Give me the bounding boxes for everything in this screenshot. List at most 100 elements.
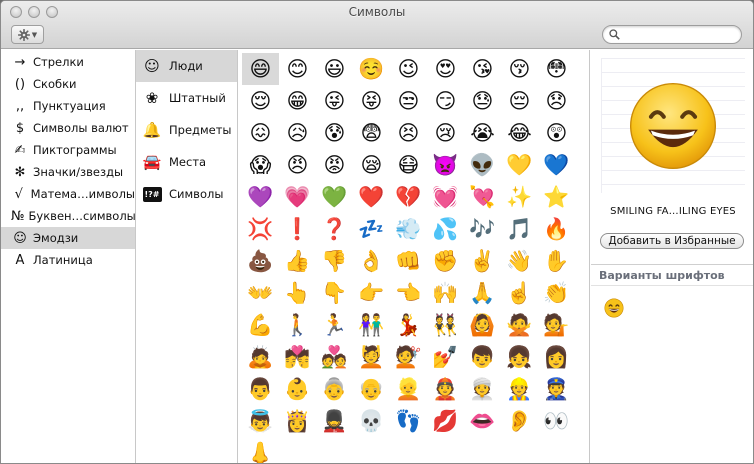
search-field[interactable] (602, 25, 742, 44)
category-item[interactable]: → Стрелки (1, 51, 135, 73)
emoji-cell[interactable]: 👊 (390, 245, 427, 277)
emoji-cell[interactable]: 😌 (242, 85, 279, 117)
category-item[interactable]: () Скобки (1, 73, 135, 95)
search-input[interactable] (623, 27, 735, 42)
emoji-cell[interactable]: 😂 (501, 117, 538, 149)
emoji-cell[interactable]: 💜 (242, 181, 279, 213)
emoji-cell[interactable]: 🙇 (242, 341, 279, 373)
emoji-cell[interactable]: 👏 (538, 277, 575, 309)
emoji-cell[interactable]: 👎 (316, 245, 353, 277)
emoji-cell[interactable]: 😄 (242, 53, 279, 85)
emoji-cell[interactable]: 😉 (390, 53, 427, 85)
emoji-cell[interactable]: 😚 (501, 53, 538, 85)
emoji-cell[interactable]: 💅 (427, 341, 464, 373)
emoji-cell[interactable]: 😖 (242, 117, 279, 149)
emoji-cell[interactable]: 😨 (353, 117, 390, 149)
emoji-cell[interactable]: 👼 (242, 405, 279, 437)
emoji-cell[interactable]: 💇 (390, 341, 427, 373)
emoji-cell[interactable]: 😭 (464, 117, 501, 149)
emoji-cell[interactable]: 👷 (501, 373, 538, 405)
emoji-cell[interactable]: 💛 (501, 149, 538, 181)
emoji-cell[interactable]: 😞 (538, 85, 575, 117)
emoji-cell[interactable]: 💏 (279, 341, 316, 373)
emoji-cell[interactable]: 👇 (316, 277, 353, 309)
emoji-cell[interactable]: 💢 (242, 213, 279, 245)
emoji-cell[interactable]: 😊 (279, 53, 316, 85)
emoji-cell[interactable]: 😔 (501, 85, 538, 117)
emoji-cell[interactable]: 😳 (538, 53, 575, 85)
emoji-cell[interactable]: 😜 (316, 85, 353, 117)
emoji-cell[interactable]: 💔 (390, 181, 427, 213)
emoji-cell[interactable]: 🎶 (464, 213, 501, 245)
emoji-cell[interactable]: 😠 (279, 149, 316, 181)
emoji-cell[interactable]: 🙆 (464, 309, 501, 341)
emoji-cell[interactable]: 🎵 (501, 213, 538, 245)
emoji-cell[interactable]: 👂 (501, 405, 538, 437)
emoji-cell[interactable]: 💋 (427, 405, 464, 437)
category-item[interactable]: A Латиница (1, 249, 135, 271)
emoji-cell[interactable]: 👨 (242, 373, 279, 405)
add-to-favorites-button[interactable]: Добавить в Избранные (600, 233, 744, 249)
emoji-cell[interactable]: 👩 (538, 341, 575, 373)
emoji-cell[interactable]: 👉 (353, 277, 390, 309)
emoji-cell[interactable]: ✊ (427, 245, 464, 277)
emoji-cell[interactable]: 👆 (279, 277, 316, 309)
emoji-cell[interactable]: 😱 (242, 149, 279, 181)
category-item[interactable]: √ Матема…имволы (1, 183, 135, 205)
emoji-cell[interactable]: 👧 (501, 341, 538, 373)
emoji-cell[interactable]: 👮 (538, 373, 575, 405)
emoji-cell[interactable]: 😘 (464, 53, 501, 85)
emoji-cell[interactable]: 💁 (538, 309, 575, 341)
category-item[interactable]: № Буквен…символы (1, 205, 136, 227)
emoji-cell[interactable]: 👣 (390, 405, 427, 437)
emoji-cell[interactable]: ☺️ (353, 53, 390, 85)
emoji-cell[interactable]: ❤️ (353, 181, 390, 213)
emoji-cell[interactable]: ✨ (501, 181, 538, 213)
emoji-cell[interactable]: 👐 (242, 277, 279, 309)
emoji-cell[interactable]: 💗 (279, 181, 316, 213)
subcategory-item[interactable]: 🔔 Предметы (136, 114, 237, 146)
emoji-cell[interactable]: 😪 (353, 149, 390, 181)
emoji-cell[interactable]: 🙌 (427, 277, 464, 309)
emoji-cell[interactable]: 💪 (242, 309, 279, 341)
emoji-cell[interactable]: 😏 (427, 85, 464, 117)
subcategory-item[interactable]: ❀ Штатный (136, 82, 237, 114)
emoji-cell[interactable]: 👿 (427, 149, 464, 181)
emoji-cell[interactable]: 💨 (390, 213, 427, 245)
emoji-cell[interactable]: 😢 (427, 117, 464, 149)
emoji-cell[interactable]: 👳 (464, 373, 501, 405)
emoji-cell[interactable]: 👯 (427, 309, 464, 341)
emoji-cell[interactable]: 👲 (427, 373, 464, 405)
emoji-cell[interactable]: 🙏 (464, 277, 501, 309)
emoji-cell[interactable]: 👽 (464, 149, 501, 181)
category-item[interactable]: ✍ Пиктограммы (1, 139, 135, 161)
emoji-cell[interactable]: 😒 (390, 85, 427, 117)
font-variant-item[interactable] (602, 296, 626, 320)
emoji-cell[interactable]: 👴 (353, 373, 390, 405)
emoji-cell[interactable]: 👫 (353, 309, 390, 341)
emoji-cell[interactable]: 💆 (353, 341, 390, 373)
subcategory-item[interactable]: ☺ Люди (136, 50, 237, 82)
emoji-cell[interactable]: 💀 (353, 405, 390, 437)
emoji-cell[interactable]: 😍 (427, 53, 464, 85)
emoji-cell[interactable]: ❓ (316, 213, 353, 245)
emoji-cell[interactable]: 😡 (316, 149, 353, 181)
emoji-cell[interactable]: 😥 (279, 117, 316, 149)
category-item[interactable]: ☺ Эмодзи (1, 227, 135, 249)
emoji-cell[interactable]: ✌️ (464, 245, 501, 277)
emoji-cell[interactable]: 👃 (242, 437, 279, 463)
emoji-cell[interactable]: 👄 (464, 405, 501, 437)
emoji-cell[interactable]: 💃 (390, 309, 427, 341)
category-item[interactable]: ✻ Значки/звезды (1, 161, 135, 183)
emoji-cell[interactable]: 👵 (316, 373, 353, 405)
emoji-cell[interactable]: 😃 (316, 53, 353, 85)
emoji-cell[interactable]: 👸 (279, 405, 316, 437)
emoji-cell[interactable]: 🚶 (279, 309, 316, 341)
emoji-cell[interactable]: 👌 (353, 245, 390, 277)
emoji-cell[interactable]: 😓 (464, 85, 501, 117)
emoji-cell[interactable]: ☝️ (501, 277, 538, 309)
subcategory-item[interactable]: !?# Символы (136, 178, 237, 210)
emoji-cell[interactable]: 👍 (279, 245, 316, 277)
emoji-cell[interactable]: 👱 (390, 373, 427, 405)
emoji-cell[interactable]: 😝 (353, 85, 390, 117)
